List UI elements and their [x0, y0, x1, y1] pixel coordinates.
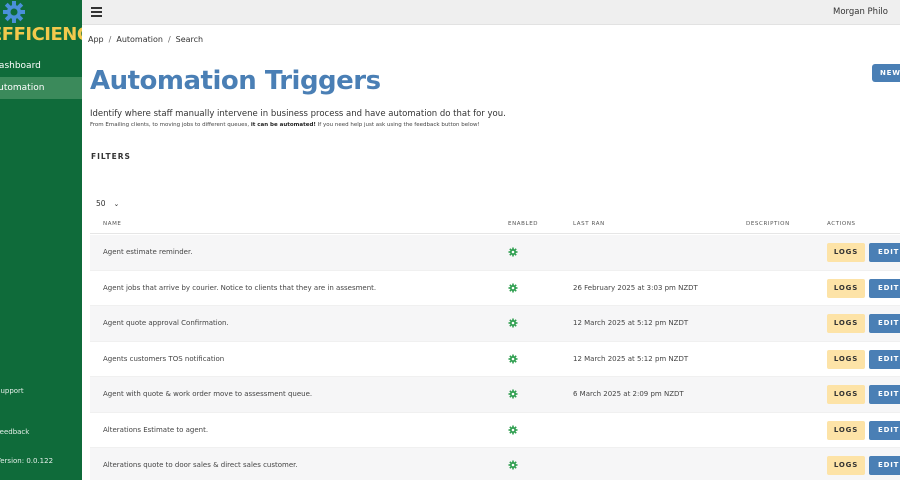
- edit-button[interactable]: EDIT: [869, 314, 900, 333]
- brand-name: EFFICIENCY: [0, 24, 82, 45]
- enabled-gear-icon: [508, 318, 518, 328]
- page-title: Automation Triggers: [90, 66, 381, 96]
- user-name[interactable]: Morgan Philo: [833, 7, 888, 17]
- trigger-name: Agent with quote & work order move to as…: [103, 390, 313, 398]
- version-label: Version: 0.0.122: [0, 457, 54, 465]
- enabled-gear-icon: [508, 283, 518, 292]
- table-row: Agent estimate reminder. LOGS EDIT: [90, 235, 900, 271]
- enabled-gear-icon: [508, 247, 518, 257]
- table-row: Agent with quote & work order move to as…: [90, 377, 900, 413]
- breadcrumb: App / Automation / Search: [88, 35, 204, 44]
- edit-button[interactable]: EDIT: [869, 456, 900, 475]
- edit-button[interactable]: EDIT: [869, 385, 900, 404]
- sidebar-item-dashboard[interactable]: Dashboard: [0, 55, 82, 77]
- sidebar-feedback-link[interactable]: Feedback: [0, 428, 29, 436]
- new-button[interactable]: NEW: [872, 64, 900, 82]
- logs-button[interactable]: LOGS: [827, 420, 865, 440]
- enabled-gear-icon: [508, 389, 518, 399]
- filters-toggle[interactable]: FILTERS: [91, 152, 131, 161]
- hamburger-icon[interactable]: [91, 7, 102, 17]
- edit-button[interactable]: EDIT: [869, 278, 900, 298]
- trigger-name: Alterations quote to door sales & direct…: [103, 461, 298, 469]
- logs-button[interactable]: LOGS: [827, 278, 865, 298]
- gear-icon: [3, 1, 25, 23]
- breadcrumb-app[interactable]: App: [88, 35, 104, 44]
- logs-button[interactable]: LOGS: [827, 385, 865, 404]
- sidebar-item-label: Dashboard: [0, 61, 41, 71]
- trigger-name: Alterations Estimate to agent.: [103, 425, 209, 434]
- column-header-actions: ACTIONS: [827, 221, 856, 227]
- column-header-last-ran[interactable]: LAST RAN: [573, 221, 605, 227]
- breadcrumb-search: Search: [175, 35, 204, 44]
- edit-button[interactable]: EDIT: [869, 349, 900, 369]
- trigger-name: Agents customers TOS notification: [103, 354, 225, 363]
- table-row: Agents customers TOS notification 12 Mar…: [90, 342, 900, 377]
- edit-button[interactable]: EDIT: [869, 420, 900, 440]
- top-bar: Morgan Philo: [82, 0, 900, 25]
- last-ran: 26 February 2025 at 3:03 pm NZDT: [573, 283, 698, 292]
- table-row: Alterations Estimate to agent. LOGS EDIT: [90, 413, 900, 448]
- enabled-gear-icon: [508, 460, 518, 470]
- table-row: Alterations quote to door sales & direct…: [90, 448, 900, 480]
- table-row: Agent jobs that arrive by courier. Notic…: [90, 271, 900, 306]
- breadcrumb-automation[interactable]: Automation: [116, 35, 163, 44]
- page-size-select[interactable]: 50 ⌄: [96, 199, 119, 208]
- trigger-name: Agent jobs that arrive by courier. Notic…: [103, 283, 377, 292]
- sidebar-support-link[interactable]: Support: [0, 387, 24, 395]
- page-description: Identify where staff manually intervene …: [90, 109, 506, 119]
- last-ran: 12 March 2025 at 5:12 pm NZDT: [573, 319, 689, 327]
- trigger-name: Agent estimate reminder.: [103, 248, 193, 256]
- last-ran: 12 March 2025 at 5:12 pm NZDT: [573, 354, 689, 363]
- table-row: Agent quote approval Confirmation. 12 Ma…: [90, 306, 900, 342]
- logs-button[interactable]: LOGS: [827, 349, 865, 369]
- sidebar-item-automation[interactable]: Automation: [0, 77, 82, 99]
- page-subdescription: From Emailing clients, to moving jobs to…: [90, 122, 480, 128]
- page-size-value: 50: [96, 199, 106, 208]
- subdescription-emphasis: it can be automated!: [250, 122, 316, 128]
- trigger-name: Agent quote approval Confirmation.: [103, 319, 229, 327]
- chevron-down-icon: ⌄: [113, 200, 120, 208]
- logs-button[interactable]: LOGS: [827, 314, 865, 333]
- table-header: NAME ENABLED LAST RAN DESCRIPTION ACTION…: [90, 216, 900, 234]
- subdescription-text-end: If you need help just ask using the feed…: [315, 122, 480, 128]
- table-body: Agent estimate reminder. LOGS EDIT Agent…: [90, 235, 900, 480]
- enabled-gear-icon: [508, 425, 518, 434]
- edit-button[interactable]: EDIT: [869, 243, 900, 262]
- column-header-description[interactable]: DESCRIPTION: [746, 221, 790, 227]
- logs-button[interactable]: LOGS: [827, 456, 865, 475]
- sidebar: EFFICIENCY Dashboard Automation Support …: [0, 0, 82, 480]
- column-header-enabled[interactable]: ENABLED: [508, 221, 538, 227]
- enabled-gear-icon: [508, 354, 518, 363]
- column-header-name[interactable]: NAME: [103, 221, 122, 227]
- last-ran: 6 March 2025 at 2:09 pm NZDT: [573, 390, 684, 398]
- sidebar-item-label: Automation: [0, 83, 45, 93]
- subdescription-text: From Emailing clients, to moving jobs to…: [90, 122, 251, 128]
- logs-button[interactable]: LOGS: [827, 243, 865, 262]
